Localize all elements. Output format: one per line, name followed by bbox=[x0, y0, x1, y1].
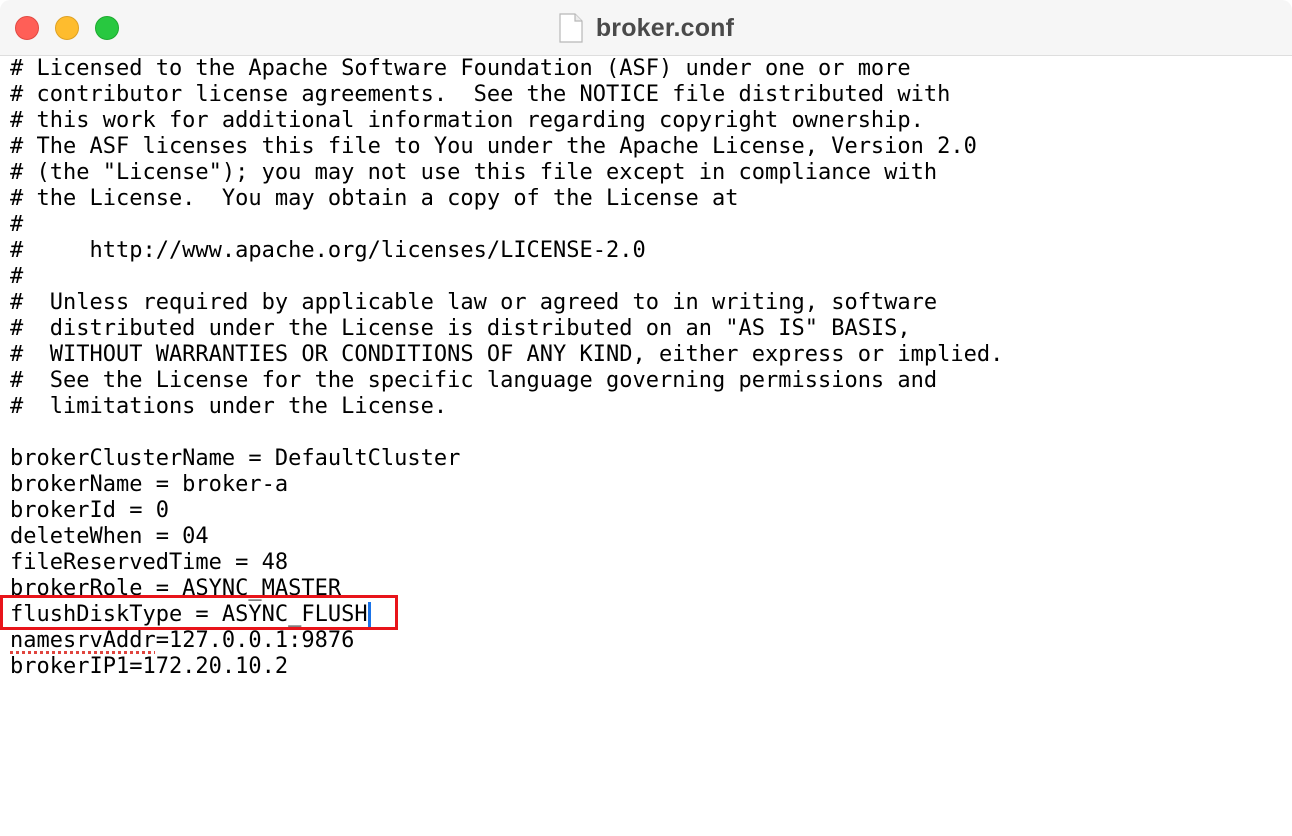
editor-line: brokerClusterName = DefaultCluster bbox=[10, 446, 461, 471]
editor-line-current: flushDiskType = ASYNC_FLUSH bbox=[10, 602, 1292, 628]
editor-line: # Licensed to the Apache Software Founda… bbox=[10, 56, 911, 81]
title-bar[interactable]: broker.conf bbox=[0, 0, 1292, 56]
current-line-text: flushDiskType = ASYNC_FLUSH bbox=[10, 602, 368, 627]
editor-line: brokerName = broker-a bbox=[10, 472, 289, 497]
editor-line: namesrvAddr=127.0.0.1:9876 bbox=[10, 628, 1292, 654]
editor-line: brokerRole = ASYNC_MASTER bbox=[10, 576, 342, 601]
editor-line: brokerIP1=172.20.10.2 bbox=[10, 654, 289, 679]
editor-line: # the License. You may obtain a copy of … bbox=[10, 186, 739, 211]
editor-line: # bbox=[10, 212, 24, 237]
editor-line: deleteWhen = 04 bbox=[10, 524, 209, 549]
spellcheck-underlined-word[interactable]: namesrvAddr bbox=[10, 628, 156, 653]
editor-line: # WITHOUT WARRANTIES OR CONDITIONS OF AN… bbox=[10, 342, 1004, 367]
editor-line: # http://www.apache.org/licenses/LICENSE… bbox=[10, 238, 646, 263]
editor-line: # contributor license agreements. See th… bbox=[10, 82, 951, 107]
editor-line: fileReservedTime = 48 bbox=[10, 550, 289, 575]
editor-line: # The ASF licenses this file to You unde… bbox=[10, 134, 977, 159]
window-title-group: broker.conf bbox=[0, 0, 1292, 56]
editor-line-rest: =127.0.0.1:9876 bbox=[155, 628, 355, 653]
text-editor-window: broker.conf # Licensed to the Apache Sof… bbox=[0, 0, 1292, 836]
editor-line: # limitations under the License. bbox=[10, 394, 448, 419]
window-title: broker.conf bbox=[595, 13, 735, 42]
editor-line-blank bbox=[10, 420, 1292, 446]
editor-line: # this work for additional information r… bbox=[10, 108, 924, 133]
editor-line: # (the "License"); you may not use this … bbox=[10, 160, 938, 185]
editor-line: # bbox=[10, 264, 24, 289]
text-cursor bbox=[367, 602, 371, 628]
editor-line: brokerId = 0 bbox=[10, 498, 169, 523]
editor-line: # See the License for the specific langu… bbox=[10, 368, 938, 393]
editor-line: # Unless required by applicable law or a… bbox=[10, 290, 938, 315]
text-editor-area[interactable]: # Licensed to the Apache Software Founda… bbox=[0, 56, 1292, 836]
editor-line: # distributed under the License is distr… bbox=[10, 316, 911, 341]
document-icon bbox=[559, 13, 583, 43]
